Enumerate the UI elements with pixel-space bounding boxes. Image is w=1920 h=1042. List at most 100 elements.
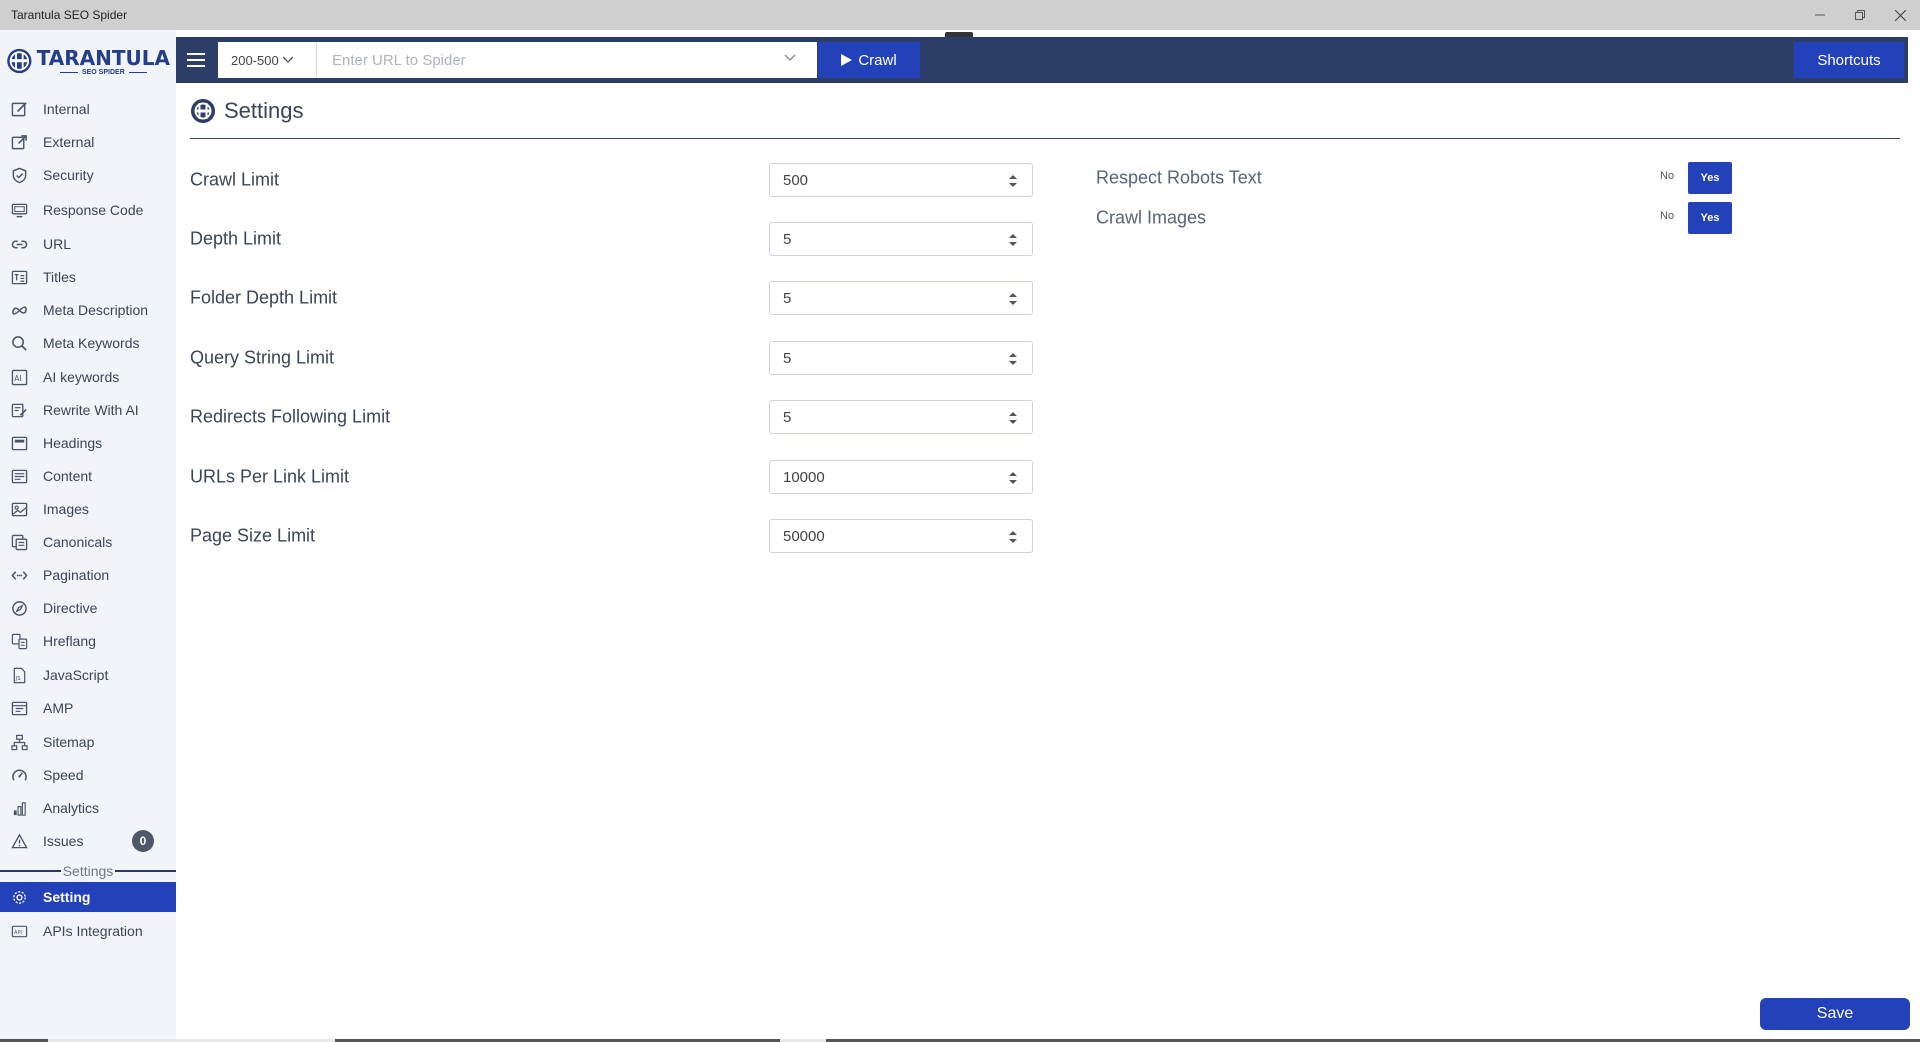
crawl-button[interactable]: Crawl — [818, 42, 920, 78]
sidebar: TARANTULA SEO SPIDER Internal External S… — [0, 30, 176, 1042]
field-value: 5 — [783, 349, 792, 367]
query-string-limit-row: Query String Limit 5 — [190, 341, 1034, 375]
url-history-chevron-icon[interactable] — [784, 54, 796, 62]
crawl-images-yes-option[interactable]: Yes — [1688, 202, 1732, 234]
play-icon — [841, 54, 853, 66]
svg-text:JS: JS — [14, 676, 20, 682]
sidebar-item-amp[interactable]: AMP — [0, 693, 176, 723]
sidebar-item-content[interactable]: Content — [0, 461, 176, 491]
sidebar-item-ai-keywords[interactable]: AI AI keywords — [0, 362, 176, 392]
shortcuts-button[interactable]: Shortcuts — [1794, 42, 1904, 78]
sidebar-item-label: Hreflang — [43, 633, 96, 649]
url-input[interactable] — [317, 42, 817, 78]
field-label: URLs Per Link Limit — [190, 466, 350, 487]
sidebar-item-javascript[interactable]: JS JavaScript — [0, 660, 176, 690]
amp-icon — [10, 699, 28, 717]
toggle-label: Respect Robots Text — [1096, 167, 1262, 188]
toggle-label: Crawl Images — [1096, 207, 1207, 228]
spinner-arrows-icon[interactable] — [1008, 351, 1018, 367]
spinner-arrows-icon[interactable] — [1008, 232, 1018, 248]
respect-robots-yes-option[interactable]: Yes — [1688, 162, 1732, 194]
sidebar-item-internal[interactable]: Internal — [0, 94, 176, 124]
sidebar-item-sitemap[interactable]: Sitemap — [0, 727, 176, 757]
sidebar-item-security[interactable]: Security — [0, 160, 176, 190]
headings-icon — [10, 434, 28, 452]
respect-robots-no-option[interactable]: No — [1660, 170, 1674, 182]
redirects-following-limit-input[interactable]: 5 — [769, 400, 1033, 434]
field-label: Crawl Limit — [190, 169, 280, 190]
field-label: Page Size Limit — [190, 525, 316, 546]
sidebar-item-apis-integration[interactable]: API APIs Integration — [0, 916, 176, 946]
crawl-images-no-option[interactable]: No — [1660, 210, 1674, 222]
sidebar-item-label: AI keywords — [43, 369, 120, 385]
sidebar-item-analytics[interactable]: Analytics — [0, 793, 176, 823]
sidebar-item-url[interactable]: URL — [0, 229, 176, 259]
sidebar-item-label: Directive — [43, 600, 98, 616]
sidebar-item-pagination[interactable]: Pagination — [0, 560, 176, 590]
page-size-limit-row: Page Size Limit 50000 — [190, 519, 1034, 553]
svg-text:API: API — [14, 929, 22, 935]
compass-icon — [10, 599, 28, 617]
field-label: Query String Limit — [190, 347, 335, 368]
sidebar-item-meta-keywords[interactable]: Meta Keywords — [0, 328, 176, 358]
hamburger-menu-icon[interactable] — [184, 48, 208, 72]
sidebar-item-response-code[interactable]: Response Code — [0, 195, 176, 225]
issues-count-badge: 0 — [132, 830, 154, 852]
sidebar-item-label: Speed — [43, 767, 84, 783]
save-button[interactable]: Save — [1760, 998, 1910, 1030]
logo-tagline: SEO SPIDER — [81, 68, 125, 76]
sidebar-item-label: Content — [43, 468, 93, 484]
sidebar-item-meta-description[interactable]: Meta Description — [0, 295, 176, 325]
warning-icon — [10, 832, 28, 850]
sidebar-item-directive[interactable]: Directive — [0, 593, 176, 623]
spinner-arrows-icon[interactable] — [1008, 529, 1018, 545]
status-code-filter-select[interactable]: 200-500 — [218, 42, 317, 78]
page-title: Settings — [224, 98, 304, 123]
sidebar-item-speed[interactable]: Speed — [0, 760, 176, 790]
sidebar-item-external[interactable]: External — [0, 127, 176, 157]
settings-section-divider: Settings — [0, 862, 176, 880]
urls-per-link-limit-input[interactable]: 10000 — [769, 460, 1033, 494]
svg-text:AI: AI — [14, 373, 21, 382]
titles-icon — [10, 268, 28, 286]
page-size-limit-input[interactable]: 50000 — [769, 519, 1033, 553]
field-label: Depth Limit — [190, 228, 282, 249]
sidebar-item-label: Issues — [43, 833, 84, 849]
minimize-icon[interactable] — [1800, 0, 1840, 30]
top-toolbar: 200-500 Crawl Shortcuts — [176, 37, 1908, 83]
page-header: Settings — [190, 97, 304, 125]
redirects-following-limit-row: Redirects Following Limit 5 — [190, 400, 1034, 434]
window-controls — [1800, 0, 1920, 30]
spinner-arrows-icon[interactable] — [1008, 470, 1018, 486]
search-icon — [10, 334, 28, 352]
urls-per-link-limit-row: URLs Per Link Limit 10000 — [190, 460, 1034, 494]
tarantula-logo-icon — [191, 99, 215, 123]
crawl-images-row: Crawl Images No Yes — [1096, 202, 1736, 234]
sidebar-item-rewrite-with-ai[interactable]: Rewrite With AI — [0, 395, 176, 425]
sidebar-item-hreflang[interactable]: Hreflang — [0, 626, 176, 656]
ai-icon: AI — [10, 368, 28, 386]
depth-limit-input[interactable]: 5 — [769, 222, 1033, 256]
meta-icon — [10, 301, 28, 319]
image-icon — [10, 500, 28, 518]
folder-depth-limit-input[interactable]: 5 — [769, 281, 1033, 315]
link-icon — [10, 235, 28, 253]
query-string-limit-input[interactable]: 5 — [769, 341, 1033, 375]
window-title: Tarantula SEO Spider — [11, 8, 128, 22]
close-icon[interactable] — [1880, 0, 1920, 30]
sidebar-item-images[interactable]: Images — [0, 494, 176, 524]
sidebar-item-titles[interactable]: Titles — [0, 262, 176, 292]
spinner-arrows-icon[interactable] — [1008, 173, 1018, 189]
crawl-limit-input[interactable]: 500 — [769, 163, 1033, 197]
restore-icon[interactable] — [1840, 0, 1880, 30]
spinner-arrows-icon[interactable] — [1008, 291, 1018, 307]
sidebar-item-label: Sitemap — [43, 734, 95, 750]
sidebar-item-canonicals[interactable]: Canonicals — [0, 527, 176, 557]
depth-limit-row: Depth Limit 5 — [190, 222, 1034, 256]
sidebar-item-setting[interactable]: Setting — [0, 882, 176, 912]
sidebar-item-headings[interactable]: Headings — [0, 428, 176, 458]
field-label: Redirects Following Limit — [190, 406, 391, 427]
sidebar-item-issues[interactable]: Issues 0 — [0, 826, 176, 856]
section-label: Settings — [62, 863, 114, 879]
spinner-arrows-icon[interactable] — [1008, 410, 1018, 426]
